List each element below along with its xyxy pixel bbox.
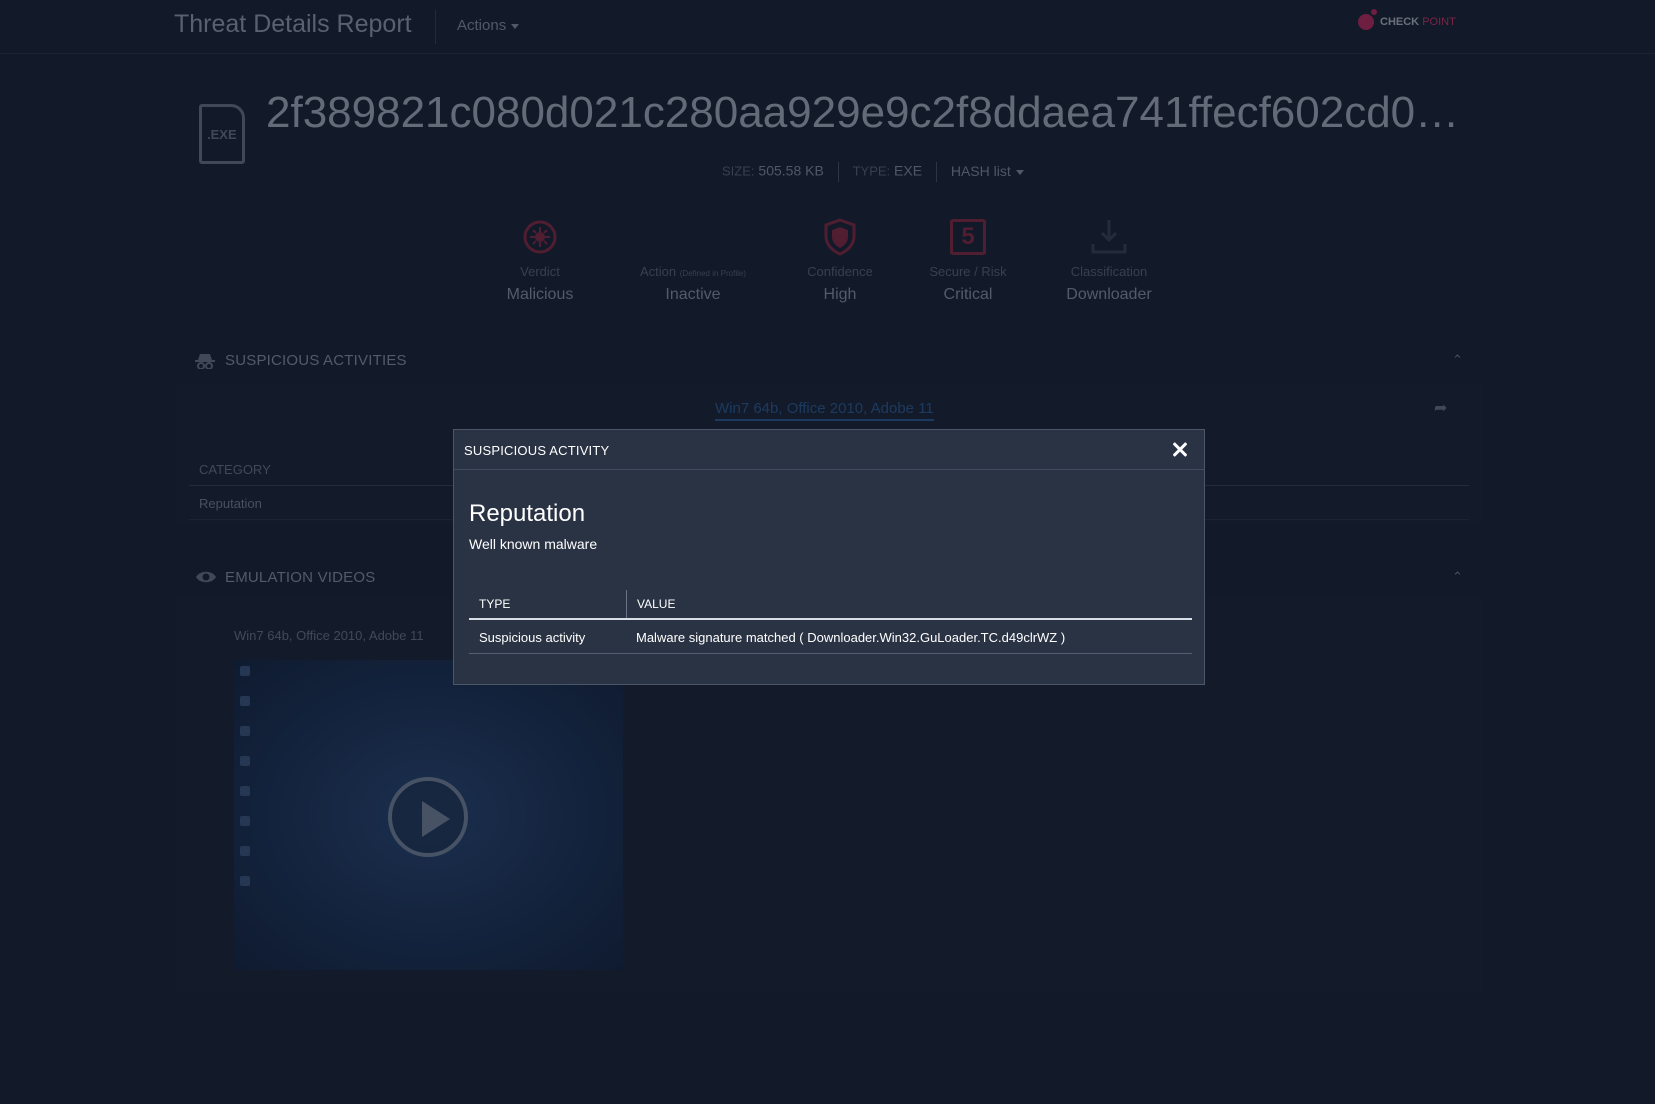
modal-subheading: Well known malware xyxy=(469,536,598,552)
modal-header: SUSPICIOUS ACTIVITY xyxy=(454,430,1204,470)
modal-title: SUSPICIOUS ACTIVITY xyxy=(464,443,610,458)
suspicious-activity-modal: SUSPICIOUS ACTIVITY Reputation Well know… xyxy=(453,429,1205,685)
column-header-type: TYPE xyxy=(479,597,511,611)
modal-heading: Reputation xyxy=(469,500,586,527)
cell-type: Suspicious activity xyxy=(479,630,586,645)
table-header-row: TYPE VALUE xyxy=(469,590,1192,620)
table-row: Suspicious activity Malware signature ma… xyxy=(469,620,1192,654)
cell-value: Malware signature matched ( Downloader.W… xyxy=(636,630,1066,645)
close-icon[interactable] xyxy=(1168,438,1192,462)
column-header-value: VALUE xyxy=(626,590,1192,618)
activity-table: TYPE VALUE Suspicious activity Malware s… xyxy=(469,590,1192,654)
